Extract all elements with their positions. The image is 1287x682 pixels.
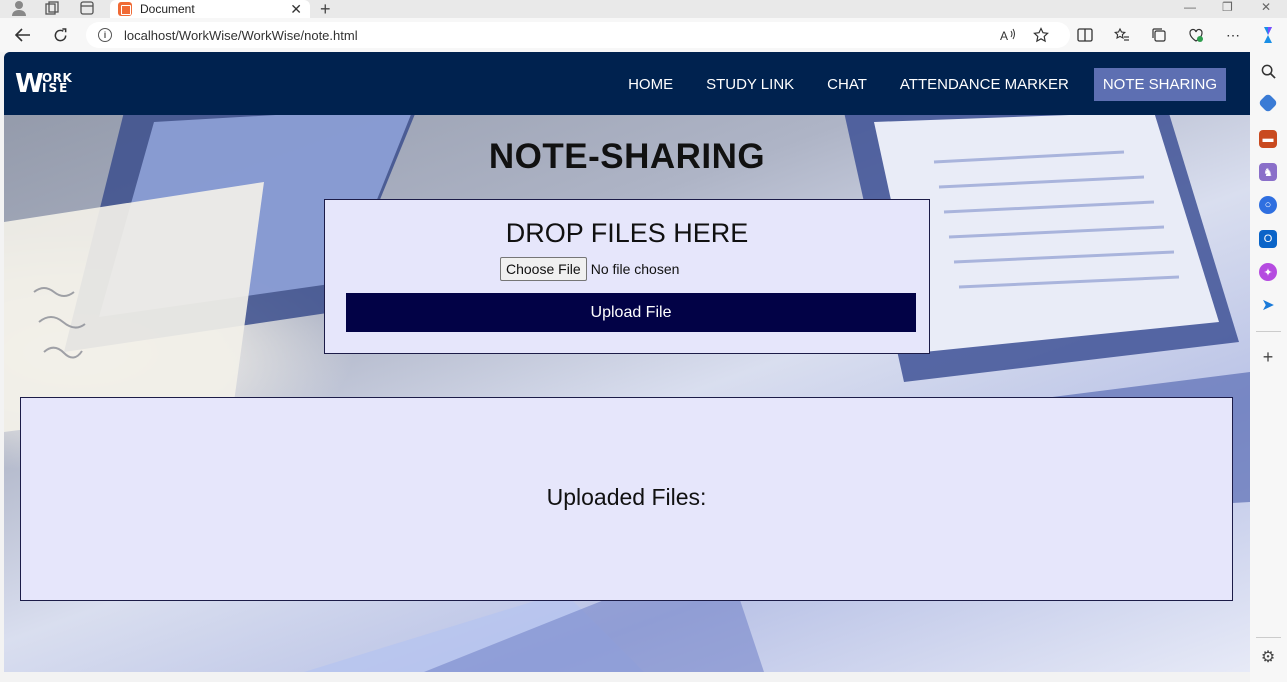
copilot-icon[interactable] <box>1257 25 1279 45</box>
page-title: NOTE-SHARING <box>488 137 766 176</box>
nav-chat[interactable]: CHAT <box>819 69 875 100</box>
uploaded-files-title: Uploaded Files: <box>546 484 707 510</box>
collections-icon[interactable] <box>1148 25 1170 45</box>
browser-sidebar: ▬ ♞ ○ O ✦ ➤ + ⚙ <box>1250 52 1287 682</box>
tab-title: Document <box>140 2 195 16</box>
back-icon[interactable] <box>12 25 34 45</box>
sidebar-divider <box>1256 331 1281 332</box>
browser-tab-strip: Document ✕ + — ❐ ✕ <box>0 0 1287 20</box>
refresh-icon[interactable] <box>49 25 71 45</box>
active-tab[interactable]: Document ✕ <box>110 0 310 18</box>
more-options-icon[interactable]: ⋯ <box>1222 25 1244 45</box>
browser-essentials-icon[interactable] <box>1185 25 1207 45</box>
tools-briefcase-icon[interactable]: ▬ <box>1259 130 1277 148</box>
uploaded-files-panel: Uploaded Files: <box>20 397 1233 601</box>
nav-attendance-marker[interactable]: ATTENDANCE MARKER <box>892 69 1077 100</box>
new-tab-icon[interactable]: + <box>320 0 331 20</box>
favorite-star-icon[interactable] <box>1030 25 1052 45</box>
main-nav: HOME STUDY LINK CHAT ATTENDANCE MARKER N… <box>603 68 1226 101</box>
page-viewport: W ORK ISE HOME STUDY LINK CHAT ATTENDANC… <box>4 52 1250 672</box>
microsoft-365-icon[interactable]: ○ <box>1259 196 1277 214</box>
sidebar-divider-bottom <box>1256 637 1281 638</box>
shopping-tag-icon[interactable] <box>1258 93 1278 113</box>
logo-ise: ISE <box>42 81 70 95</box>
address-bar[interactable]: i localhost/WorkWise/WorkWise/note.html <box>86 22 1070 48</box>
close-window-icon[interactable]: ✕ <box>1261 0 1271 14</box>
html-file-icon <box>118 2 132 16</box>
logo-w: W <box>15 69 44 99</box>
file-drop-zone[interactable]: DROP FILES HERE Choose File No file chos… <box>324 199 930 354</box>
upload-file-button[interactable]: Upload File <box>346 293 916 332</box>
nav-study-link[interactable]: STUDY LINK <box>698 69 802 100</box>
minimize-icon[interactable]: — <box>1184 0 1196 14</box>
choose-file-button[interactable]: Choose File <box>500 257 587 281</box>
split-screen-icon[interactable] <box>1074 25 1096 45</box>
settings-gear-icon[interactable]: ⚙ <box>1259 648 1277 666</box>
close-tab-icon[interactable]: ✕ <box>290 1 302 18</box>
drop-title: DROP FILES HERE <box>505 218 749 248</box>
tab-actions-icon[interactable] <box>78 0 96 16</box>
workspaces-icon[interactable] <box>43 0 61 16</box>
search-icon[interactable] <box>1259 62 1277 80</box>
url-text: localhost/WorkWise/WorkWise/note.html <box>124 27 358 43</box>
profile-icon[interactable] <box>10 0 28 16</box>
workwise-logo[interactable]: W ORK ISE <box>15 69 72 99</box>
nav-note-sharing[interactable]: NOTE SHARING <box>1093 68 1226 101</box>
outlook-icon[interactable]: O <box>1259 230 1277 248</box>
window-bottom-edge <box>0 672 1250 682</box>
site-info-icon[interactable]: i <box>98 28 112 42</box>
svg-text:A: A <box>1000 29 1008 42</box>
read-aloud-icon[interactable]: A <box>997 25 1019 45</box>
designer-icon[interactable]: ✦ <box>1259 263 1277 281</box>
restore-icon[interactable]: ❐ <box>1222 0 1233 14</box>
file-status-text: No file chosen <box>590 261 680 277</box>
browser-toolbar: i localhost/WorkWise/WorkWise/note.html … <box>0 18 1287 52</box>
games-icon[interactable]: ♞ <box>1259 163 1277 181</box>
add-sidebar-app-icon[interactable]: + <box>1259 347 1277 367</box>
send-icon[interactable]: ➤ <box>1259 296 1277 314</box>
nav-home[interactable]: HOME <box>620 69 681 100</box>
site-navbar: W ORK ISE HOME STUDY LINK CHAT ATTENDANC… <box>4 52 1250 115</box>
file-input: Choose File No file chosen <box>500 257 679 281</box>
favorites-list-icon[interactable] <box>1111 25 1133 45</box>
